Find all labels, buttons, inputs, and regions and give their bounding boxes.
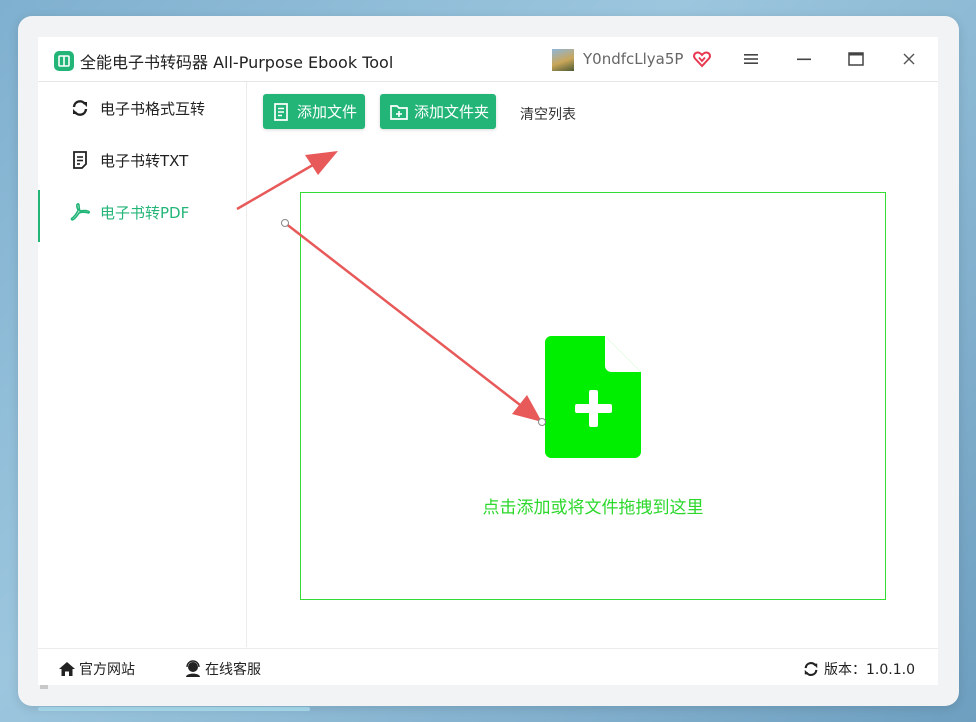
add-file-button[interactable]: 添加文件	[263, 94, 365, 129]
refresh-icon	[70, 98, 90, 118]
home-icon	[58, 660, 76, 678]
sidebar-item-label: 电子书转TXT	[100, 151, 189, 170]
online-support-label: 在线客服	[205, 662, 261, 678]
username[interactable]: Y0ndfcLlya5P	[583, 50, 683, 68]
sidebar: 电子书格式互转 电子书转TXT 电子书转PDF	[38, 82, 247, 689]
maximize-icon[interactable]	[846, 49, 866, 69]
file-drop-zone[interactable]: 点击添加或将文件拖拽到这里	[300, 192, 886, 600]
update-icon	[803, 660, 821, 678]
sidebar-item-format-convert[interactable]: 电子书格式互转	[38, 82, 246, 134]
pdf-icon	[70, 202, 90, 222]
official-website-link[interactable]: 官方网站	[58, 659, 135, 679]
title-bar: 全能电子书转码器 All-Purpose Ebook Tool Y0ndfcLl…	[38, 37, 938, 82]
clear-list-button[interactable]: 清空列表	[520, 104, 576, 124]
add-file-label: 添加文件	[297, 103, 358, 121]
sidebar-item-to-pdf[interactable]: 电子书转PDF	[38, 186, 246, 242]
add-file-icon[interactable]	[545, 336, 641, 458]
sidebar-item-to-txt[interactable]: 电子书转TXT	[38, 134, 246, 186]
app-title: 全能电子书转码器 All-Purpose Ebook Tool	[80, 53, 394, 72]
version-info[interactable]: 版本：1.0.1.0	[803, 659, 915, 679]
document-icon	[70, 150, 90, 170]
online-support-link[interactable]: 在线客服	[184, 659, 261, 679]
avatar[interactable]	[552, 49, 574, 71]
close-icon[interactable]	[899, 49, 919, 69]
support-agent-icon	[184, 660, 202, 678]
sidebar-item-label: 电子书转PDF	[100, 203, 190, 222]
status-bar: 官方网站 在线客服 版本：1.0.1.0	[38, 648, 938, 686]
app-logo-icon	[54, 51, 74, 71]
add-folder-label: 添加文件夹	[414, 103, 490, 121]
drop-hint-text: 点击添加或将文件拖拽到这里	[482, 498, 704, 518]
vip-heart-icon[interactable]	[692, 49, 712, 69]
version-label: 版本：1.0.1.0	[824, 662, 915, 678]
folder-add-icon	[390, 103, 408, 121]
app-window: 全能电子书转码器 All-Purpose Ebook Tool Y0ndfcLl…	[38, 37, 938, 689]
menu-icon[interactable]	[741, 49, 761, 69]
add-folder-button[interactable]: 添加文件夹	[380, 94, 496, 129]
file-list-icon	[273, 102, 291, 121]
background-strip	[38, 707, 310, 711]
minimize-icon[interactable]	[794, 49, 814, 69]
sidebar-item-label: 电子书格式互转	[100, 99, 206, 118]
official-website-label: 官方网站	[79, 662, 135, 678]
